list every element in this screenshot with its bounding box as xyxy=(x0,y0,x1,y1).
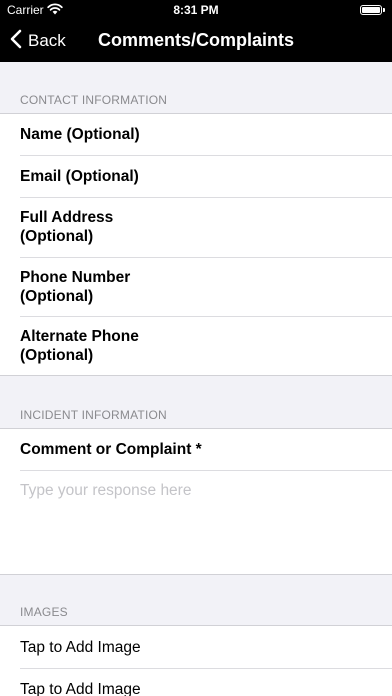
battery-icon xyxy=(360,5,385,15)
images-group: Tap to Add Image Tap to Add Image xyxy=(0,625,392,696)
add-image-button[interactable]: Tap to Add Image xyxy=(0,626,392,668)
navigation-bar: Back Comments/Complaints xyxy=(0,20,392,62)
comment-label: Comment or Complaint * xyxy=(20,441,202,458)
name-field-label: Name (Optional) xyxy=(20,126,140,143)
contact-section-header: CONTACT INFORMATION xyxy=(20,93,168,107)
comment-label-row: Comment or Complaint * xyxy=(0,429,392,470)
alternate-phone-field[interactable]: Alternate Phone (Optional) xyxy=(0,316,392,375)
clock: 8:31 PM xyxy=(173,3,219,17)
page-title: Comments/Complaints xyxy=(97,30,295,50)
email-field-label: Email (Optional) xyxy=(20,167,139,185)
name-field[interactable]: Name (Optional) xyxy=(0,114,392,155)
add-image-label: Tap to Add Image xyxy=(20,638,141,656)
comment-input-wrapper xyxy=(0,470,392,574)
incident-section-header: INCIDENT INFORMATION xyxy=(20,408,167,422)
images-section-header: IMAGES xyxy=(20,605,68,619)
phone-field-label: Phone Number (Optional) xyxy=(20,268,131,305)
address-field-label: Full Address (Optional) xyxy=(20,209,114,245)
email-field[interactable]: Email (Optional) xyxy=(0,155,392,197)
status-bar: Carrier 8:31 PM xyxy=(0,0,392,20)
contact-group: Name (Optional) Email (Optional) Full Ad… xyxy=(0,113,392,376)
comment-input[interactable] xyxy=(0,470,392,574)
add-image-button[interactable]: Tap to Add Image xyxy=(0,668,392,696)
alternate-phone-field-label: Alternate Phone (Optional) xyxy=(20,327,139,364)
add-image-label: Tap to Add Image xyxy=(20,680,141,696)
phone-field[interactable]: Phone Number (Optional) xyxy=(0,257,392,316)
battery-fill xyxy=(362,7,380,13)
address-field[interactable]: Full Address (Optional) xyxy=(0,197,392,257)
incident-group: Comment or Complaint * xyxy=(0,428,392,575)
